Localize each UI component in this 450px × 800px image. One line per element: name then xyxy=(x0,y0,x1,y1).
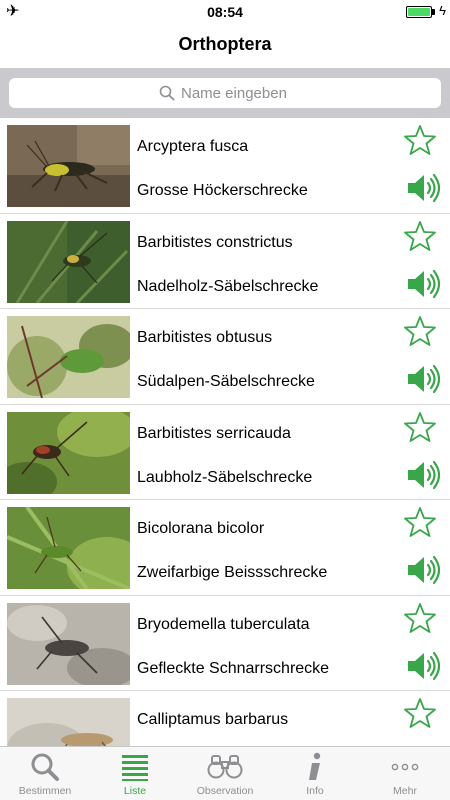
tab-info[interactable]: Info xyxy=(270,747,360,800)
more-icon xyxy=(391,763,419,771)
favorite-star-icon[interactable] xyxy=(404,506,436,538)
status-time: 08:54 xyxy=(207,4,243,20)
list-item[interactable]: Barbitistes obtusus Südalpen-Säbelschrec… xyxy=(0,309,450,405)
list-item[interactable]: Arcyptera fusca Grosse Höckerschrecke xyxy=(0,118,450,214)
species-latin-name: Calliptamus barbarus xyxy=(137,711,289,728)
list-icon xyxy=(122,755,148,781)
species-photo xyxy=(7,411,130,494)
species-common-name: Nadelholz-Säbelschrecke xyxy=(137,277,319,295)
search-input[interactable] xyxy=(181,84,291,102)
species-latin-name: Barbitistes obtusus xyxy=(137,329,273,346)
navigation-bar: Orthoptera xyxy=(0,24,450,68)
search-field[interactable] xyxy=(9,78,441,108)
favorite-star-icon[interactable] xyxy=(404,697,436,729)
favorite-star-icon[interactable] xyxy=(404,315,436,347)
species-photo xyxy=(7,125,130,207)
play-sound-icon[interactable] xyxy=(406,268,440,300)
tab-label: Liste xyxy=(123,785,147,797)
species-photo xyxy=(7,602,130,685)
tab-mehr[interactable]: Mehr xyxy=(360,747,450,800)
play-sound-icon[interactable] xyxy=(406,363,440,395)
favorite-star-icon[interactable] xyxy=(404,124,436,156)
species-common-name: Laubholz-Säbelschrecke xyxy=(137,468,313,486)
tab-liste[interactable]: Liste xyxy=(90,747,180,800)
species-photo xyxy=(7,507,130,589)
tab-bar: Bestimmen Liste Observation Info Mehr xyxy=(0,746,450,800)
tab-label: Bestimmen xyxy=(18,785,72,797)
play-sound-icon[interactable] xyxy=(406,172,440,204)
species-common-name: Gefleckte Schnarrschrecke xyxy=(137,659,330,677)
list-item[interactable]: Bicolorana bicolor Zweifarbige Beissschr… xyxy=(0,500,450,596)
favorite-star-icon[interactable] xyxy=(404,602,436,634)
favorite-star-icon[interactable] xyxy=(404,411,436,443)
status-bar: ✈ 08:54 ϟ xyxy=(0,0,450,24)
battery-icon xyxy=(406,6,432,18)
list-item[interactable]: Barbitistes serricauda Laubholz-Säbelsch… xyxy=(0,405,450,500)
list-item[interactable]: Calliptamus barbarus xyxy=(0,691,450,746)
species-latin-name: Barbitistes serricauda xyxy=(137,424,291,442)
list-item[interactable]: Barbitistes constrictus Nadelholz-Säbels… xyxy=(0,214,450,309)
tab-bestimmen[interactable]: Bestimmen xyxy=(0,747,90,800)
species-latin-name: Barbitistes constrictus xyxy=(137,233,293,251)
info-icon xyxy=(309,752,321,780)
charging-icon: ϟ xyxy=(439,3,446,18)
species-photo xyxy=(7,316,130,398)
species-latin-name: Bryodemella tuberculata xyxy=(137,615,310,633)
tab-label: Info xyxy=(306,785,324,797)
species-list[interactable]: Arcyptera fusca Grosse Höckerschrecke Ba… xyxy=(0,118,450,746)
list-item[interactable]: Bryodemella tuberculata Gefleckte Schnar… xyxy=(0,596,450,691)
tab-observation[interactable]: Observation xyxy=(180,747,270,800)
battery-tip xyxy=(432,9,435,15)
play-sound-icon[interactable] xyxy=(406,650,440,682)
species-common-name: Grosse Höckerschrecke xyxy=(137,182,308,199)
search-bar xyxy=(0,68,450,118)
species-common-name: Zweifarbige Beissschrecke xyxy=(137,564,328,581)
tab-label: Observation xyxy=(196,785,254,797)
species-photo xyxy=(7,698,130,746)
tab-label: Mehr xyxy=(393,785,417,797)
play-sound-icon[interactable] xyxy=(406,554,440,586)
binoculars-icon xyxy=(207,755,243,779)
search-icon xyxy=(159,85,175,101)
species-latin-name: Bicolorana bicolor xyxy=(137,520,265,537)
search-icon xyxy=(31,753,59,781)
page-title: Orthoptera xyxy=(178,34,272,54)
species-common-name: Südalpen-Säbelschrecke xyxy=(137,373,315,390)
species-photo xyxy=(7,220,130,303)
species-latin-name: Arcyptera fusca xyxy=(137,138,249,155)
play-sound-icon[interactable] xyxy=(406,459,440,491)
favorite-star-icon[interactable] xyxy=(404,220,436,252)
